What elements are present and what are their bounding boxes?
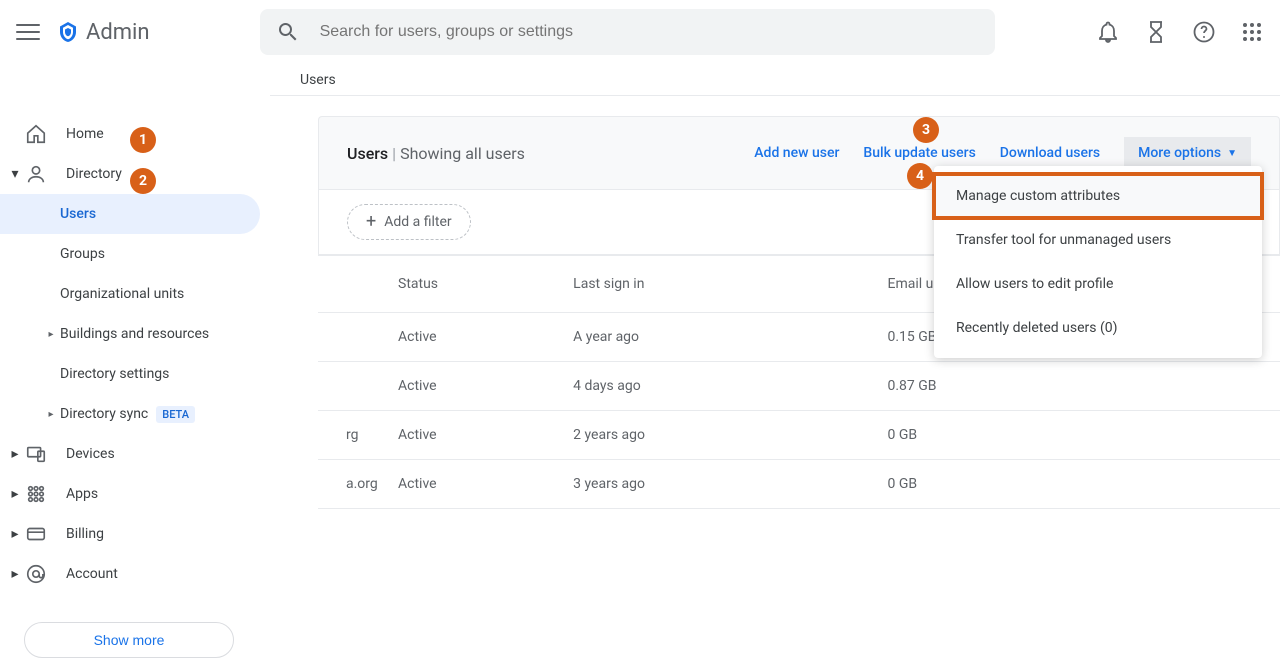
more-options-dropdown: Manage custom attributes Transfer tool f…: [934, 166, 1262, 358]
table-row[interactable]: rg Active 2 years ago 0 GB: [318, 411, 1280, 460]
person-icon: [24, 162, 48, 186]
sidebar-item-dir-settings[interactable]: Directory settings: [0, 354, 270, 394]
beta-badge: BETA: [156, 406, 195, 423]
show-more-button[interactable]: Show more: [24, 622, 234, 658]
search-icon: [276, 20, 300, 44]
sidebar-label: Directory sync: [60, 406, 148, 422]
apps-icon: [24, 482, 48, 506]
breadcrumb: Users: [270, 64, 1280, 96]
header-actions: [1096, 20, 1264, 44]
sidebar-item-groups[interactable]: Groups: [0, 234, 270, 274]
sidebar-item-devices[interactable]: ▸ Devices: [0, 434, 270, 474]
table-row[interactable]: Active 4 days ago 0.87 GB: [318, 362, 1280, 411]
home-icon: [24, 122, 48, 146]
sidebar-item-account[interactable]: ▸ Account: [0, 554, 270, 594]
panel-title-main: Users: [347, 144, 388, 163]
cell-status: Active: [398, 411, 573, 460]
cell-email: a.org: [318, 460, 398, 509]
panel-actions: Add new user Bulk update users Download …: [754, 137, 1251, 169]
sidebar-label: Account: [66, 566, 118, 582]
dropdown-item-deleted-users[interactable]: Recently deleted users (0): [934, 306, 1262, 350]
at-sign-icon: [24, 562, 48, 586]
callout-3: 3: [913, 117, 939, 143]
cell-email: [318, 362, 398, 411]
chevron-right-icon: ▸: [6, 566, 24, 582]
dropdown-item-edit-profile[interactable]: Allow users to edit profile: [934, 262, 1262, 306]
sidebar-label: Home: [66, 126, 104, 142]
devices-icon: [24, 442, 48, 466]
cell-email-usage: 0.87 GB: [887, 362, 1220, 411]
caret-down-icon: ▼: [1227, 148, 1237, 159]
apps-grid-icon[interactable]: [1240, 20, 1264, 44]
dropdown-item-transfer-tool[interactable]: Transfer tool for unmanaged users: [934, 218, 1262, 262]
cell-email: rg: [318, 411, 398, 460]
dropdown-item-manage-attributes[interactable]: Manage custom attributes: [934, 174, 1262, 218]
chevron-right-icon: ▸: [6, 446, 24, 462]
cell-last-signin: 4 days ago: [573, 362, 887, 411]
column-last-signin[interactable]: Last sign in: [573, 256, 887, 313]
callout-1: 1: [130, 127, 156, 153]
callout-4: 4: [907, 163, 933, 189]
sidebar-item-dir-sync[interactable]: ▸ Directory sync BETA: [0, 394, 270, 434]
search-input[interactable]: [318, 22, 979, 42]
sidebar-label: Organizational units: [60, 286, 184, 302]
sidebar-label: Billing: [66, 526, 104, 542]
hamburger-menu-icon[interactable]: [16, 20, 40, 44]
column-status[interactable]: Status: [398, 256, 573, 313]
hourglass-icon[interactable]: [1144, 20, 1168, 44]
sidebar-item-org-units[interactable]: Organizational units: [0, 274, 270, 314]
cell-last-signin: 2 years ago: [573, 411, 887, 460]
add-new-user-link[interactable]: Add new user: [754, 145, 839, 161]
sidebar-label: Apps: [66, 486, 98, 502]
cell-status: Active: [398, 362, 573, 411]
cell-status: Active: [398, 313, 573, 362]
billing-icon: [24, 522, 48, 546]
sidebar-item-apps[interactable]: ▸ Apps: [0, 474, 270, 514]
search-bar[interactable]: [260, 9, 995, 55]
app-logo[interactable]: Admin: [56, 20, 150, 45]
chevron-right-icon: ▸: [6, 526, 24, 542]
cell-status: Active: [398, 460, 573, 509]
sidebar-label: Groups: [60, 246, 105, 262]
download-users-link[interactable]: Download users: [1000, 145, 1100, 161]
table-row[interactable]: a.org Active 3 years ago 0 GB: [318, 460, 1280, 509]
sidebar-label: Users: [60, 206, 96, 222]
content-panel: Users|Showing all users Add new user Bul…: [270, 96, 1280, 658]
admin-logo-icon: [56, 20, 80, 44]
callout-2: 2: [130, 168, 156, 194]
chevron-right-icon: ▸: [6, 486, 24, 502]
breadcrumb-item[interactable]: Users: [300, 72, 336, 88]
chevron-right-icon: ▸: [42, 329, 60, 340]
chevron-right-icon: ▸: [42, 409, 60, 420]
cell-email-usage: 0 GB: [887, 460, 1220, 509]
panel-title-sub: Showing all users: [400, 144, 525, 163]
panel-title: Users|Showing all users: [347, 144, 525, 163]
more-options-label: More options: [1138, 145, 1221, 161]
notifications-icon[interactable]: [1096, 20, 1120, 44]
plus-icon: +: [366, 213, 376, 231]
app-name: Admin: [86, 20, 150, 45]
sidebar-label: Directory settings: [60, 366, 169, 382]
bulk-update-link[interactable]: Bulk update users: [863, 145, 975, 161]
sidebar-label: Buildings and resources: [60, 326, 209, 342]
more-options-button[interactable]: More options ▼: [1124, 137, 1251, 169]
add-filter-label: Add a filter: [384, 214, 451, 230]
cell-email-usage: 0 GB: [887, 411, 1220, 460]
cell-email: [318, 313, 398, 362]
sidebar-item-users[interactable]: Users: [0, 194, 260, 234]
sidebar-item-buildings[interactable]: ▸ Buildings and resources: [0, 314, 270, 354]
app-header: Admin: [0, 0, 1280, 64]
sidebar-item-billing[interactable]: ▸ Billing: [0, 514, 270, 554]
sidebar-label: Devices: [66, 446, 115, 462]
chevron-down-icon: ▾: [6, 166, 24, 182]
cell-last-signin: A year ago: [573, 313, 887, 362]
help-icon[interactable]: [1192, 20, 1216, 44]
cell-last-signin: 3 years ago: [573, 460, 887, 509]
add-filter-button[interactable]: + Add a filter: [347, 204, 471, 240]
sidebar-label: Directory: [66, 166, 122, 182]
